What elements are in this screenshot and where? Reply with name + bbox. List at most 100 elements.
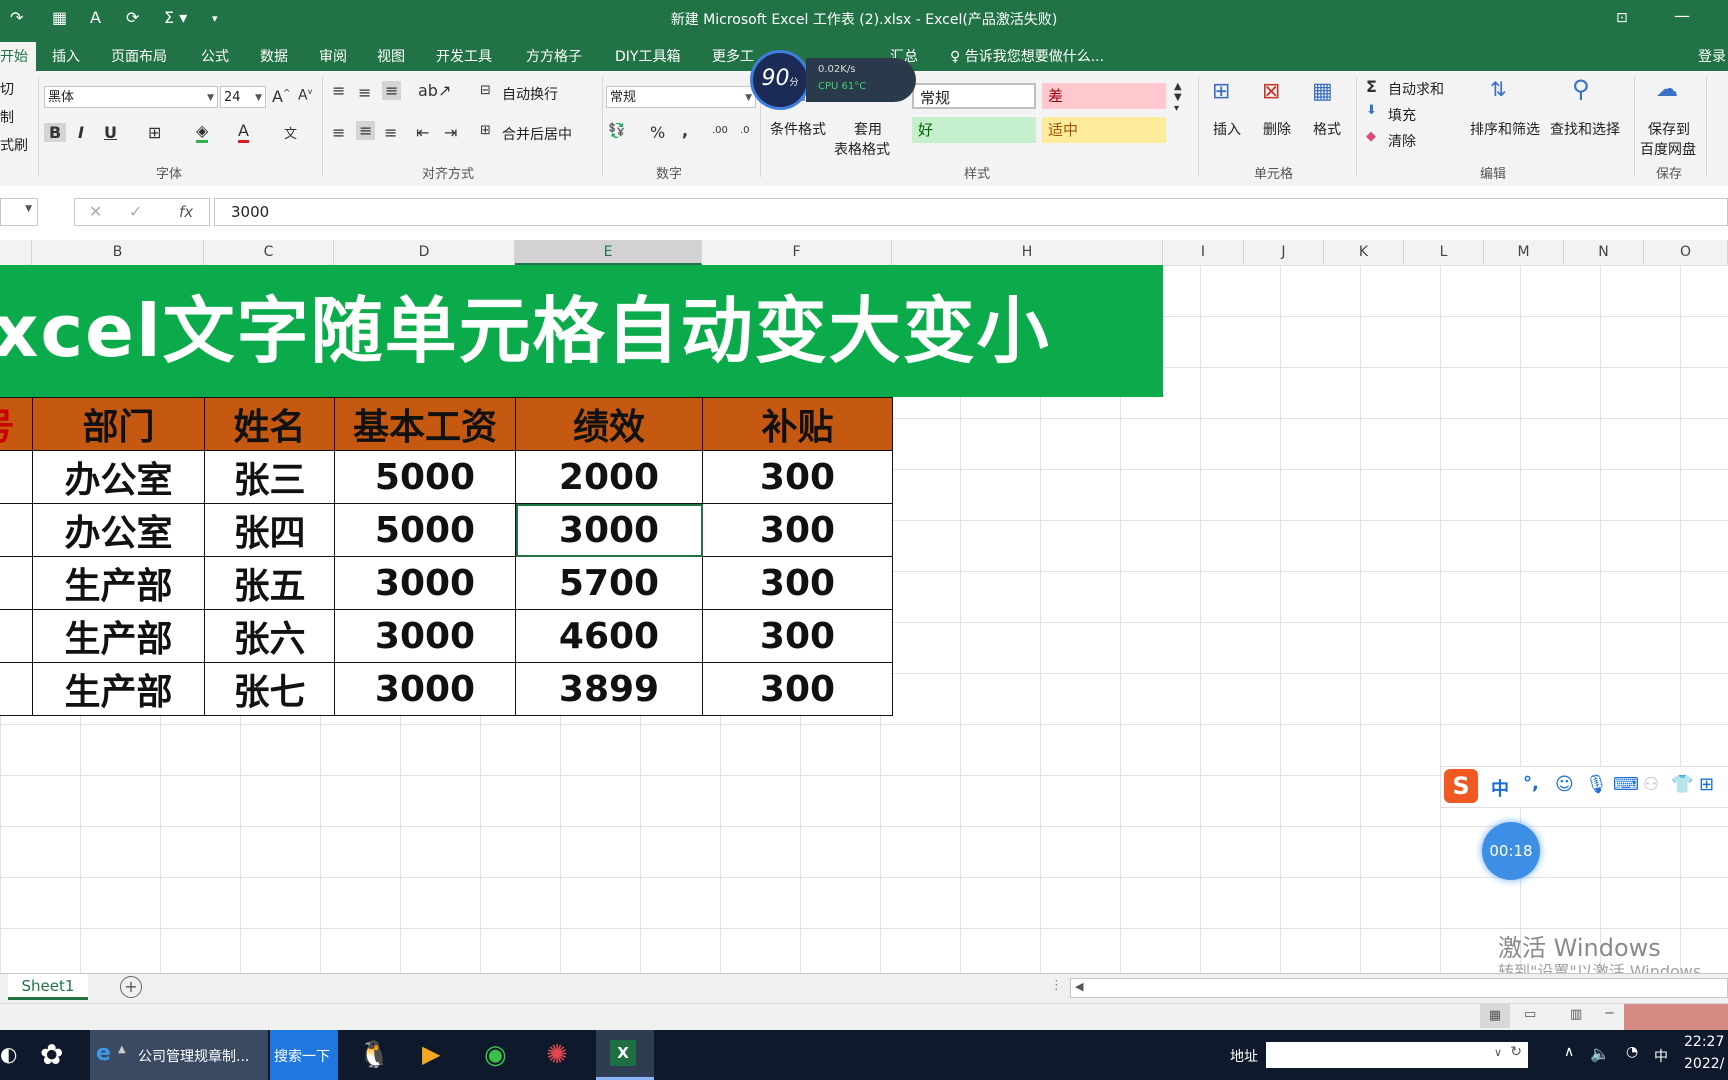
- decrease-indent-icon[interactable]: ⇤: [416, 123, 429, 142]
- tab-view[interactable]: 视图: [377, 46, 405, 66]
- align-right-icon[interactable]: ≡: [384, 123, 397, 142]
- column-header-N[interactable]: N: [1564, 240, 1644, 265]
- clock-time[interactable]: 22:27: [1684, 1034, 1724, 1050]
- align-bottom-icon[interactable]: ≡: [382, 81, 402, 100]
- table-cell[interactable]: 3000: [334, 609, 516, 663]
- ime-punct-toggle[interactable]: °,: [1523, 773, 1539, 794]
- table-cell[interactable]: 4600: [515, 609, 703, 663]
- align-middle-icon[interactable]: ≡: [358, 83, 371, 102]
- name-box[interactable]: ▼: [0, 198, 38, 226]
- page-break-view-icon[interactable]: ▥: [1570, 1007, 1582, 1022]
- style-neutral[interactable]: 适中: [1042, 117, 1166, 143]
- borders-icon[interactable]: ⊞: [148, 123, 161, 142]
- table-cell[interactable]: 3000: [334, 556, 516, 610]
- cut-button[interactable]: 切: [0, 79, 14, 99]
- save-to-line1[interactable]: 保存到: [1648, 119, 1690, 139]
- scroll-left-icon[interactable]: ◀: [1075, 980, 1083, 993]
- increase-decimal-icon[interactable]: .00: [712, 125, 728, 136]
- wrap-text-icon[interactable]: ⊟: [480, 83, 491, 98]
- table-cell[interactable]: 3899: [515, 662, 703, 716]
- percent-button[interactable]: %: [650, 123, 665, 142]
- minimize-icon[interactable]: —: [1674, 6, 1690, 25]
- table-cell[interactable]: 张四: [204, 503, 335, 557]
- table-cell[interactable]: 5000: [334, 503, 516, 557]
- header-cell-dept[interactable]: 部门: [32, 397, 205, 451]
- find-select-button[interactable]: 查找和选择: [1550, 119, 1620, 139]
- header-cell-salary[interactable]: 基本工资: [334, 397, 516, 451]
- table-cell[interactable]: 张三: [204, 450, 335, 504]
- tab-diy-toolbox[interactable]: DIY工具箱: [615, 46, 680, 66]
- decrease-decimal-icon[interactable]: .0: [740, 125, 750, 136]
- normal-view-icon[interactable]: ▦: [1480, 1004, 1510, 1028]
- table-cell[interactable]: 办公室: [32, 450, 205, 504]
- column-header-J[interactable]: J: [1244, 240, 1324, 265]
- media-player-icon[interactable]: ▶: [422, 1040, 440, 1068]
- format-painter-button[interactable]: 式刷: [0, 135, 28, 155]
- add-sheet-icon[interactable]: +: [120, 976, 142, 998]
- taskbar-search-button[interactable]: 搜索一下: [270, 1030, 338, 1080]
- table-cell[interactable]: 5000: [334, 450, 516, 504]
- keyboard-icon[interactable]: ⌨: [1613, 774, 1639, 795]
- table-cell[interactable]: 生产部: [32, 556, 205, 610]
- table-cell[interactable]: 办公室: [32, 503, 205, 557]
- column-header-B[interactable]: B: [32, 240, 204, 265]
- paint-app-icon[interactable]: ✺: [546, 1040, 568, 1070]
- horizontal-scrollbar[interactable]: ◀: [1070, 978, 1728, 998]
- tab-insert[interactable]: 插入: [52, 46, 80, 66]
- app-pinwheel-icon[interactable]: ✿: [40, 1038, 63, 1071]
- input-language-indicator[interactable]: 中: [1654, 1046, 1668, 1066]
- tell-me-search[interactable]: ♀ 告诉我您想要做什么...: [950, 46, 1104, 66]
- underline-button[interactable]: U: [104, 123, 117, 142]
- ribbon-display-icon[interactable]: ⊡: [1616, 10, 1628, 26]
- column-header-K[interactable]: K: [1324, 240, 1404, 265]
- header-cell-performance[interactable]: 绩效: [515, 397, 703, 451]
- insert-cells-button[interactable]: 插入: [1213, 119, 1241, 139]
- table-cell[interactable]: 300: [702, 662, 893, 716]
- font-color-icon[interactable]: A: [238, 121, 249, 143]
- table-cell[interactable]: 300: [702, 503, 893, 557]
- wrap-text-button[interactable]: 自动换行: [502, 84, 558, 104]
- tab-page-layout[interactable]: 页面布局: [111, 46, 167, 66]
- column-header-D[interactable]: D: [334, 240, 515, 265]
- taskbar-excel-item[interactable]: X: [596, 1030, 654, 1080]
- style-bad[interactable]: 差: [1042, 83, 1166, 109]
- tab-more[interactable]: 更多工: [712, 46, 754, 66]
- emoji-icon[interactable]: ☺: [1555, 774, 1574, 795]
- autosum-button[interactable]: 自动求和: [1388, 79, 1444, 99]
- column-header-O[interactable]: O: [1644, 240, 1728, 265]
- login-link[interactable]: 登录: [1698, 46, 1726, 66]
- orientation-icon[interactable]: ab↗: [418, 81, 451, 100]
- taskbar-browser-item[interactable]: e ▲ 公司管理规章制...: [90, 1030, 268, 1080]
- toolbox-grid-icon[interactable]: ⊞: [1699, 774, 1714, 795]
- clear-button[interactable]: 清除: [1388, 131, 1416, 151]
- network-icon[interactable]: ◔: [1626, 1044, 1638, 1060]
- format-cells-button[interactable]: 格式: [1313, 119, 1341, 139]
- go-refresh-icon[interactable]: ↻: [1510, 1044, 1522, 1060]
- fill-color-icon[interactable]: ◈: [196, 121, 209, 143]
- formula-input[interactable]: 3000: [214, 198, 1728, 226]
- increase-indent-icon[interactable]: ⇥: [444, 123, 457, 142]
- table-cell[interactable]: 生产部: [32, 609, 205, 663]
- sheet-tab-sheet1[interactable]: Sheet1: [8, 974, 88, 1000]
- table-cell[interactable]: [0, 556, 33, 610]
- styles-scroll-icon[interactable]: ▲ ▼ ▾: [1174, 81, 1182, 114]
- skin-icon[interactable]: 👕: [1671, 774, 1693, 795]
- column-header-A[interactable]: [0, 240, 32, 265]
- bold-button[interactable]: B: [44, 123, 67, 142]
- italic-button[interactable]: I: [78, 123, 84, 142]
- table-cell[interactable]: [0, 609, 33, 663]
- tab-home[interactable]: 开始: [0, 42, 36, 72]
- clock-date[interactable]: 2022/: [1684, 1056, 1724, 1072]
- insert-function-icon[interactable]: fx: [179, 203, 193, 221]
- table-cell[interactable]: [0, 503, 33, 557]
- browser-360-icon[interactable]: ◉: [484, 1040, 507, 1070]
- start-icon[interactable]: ◐: [0, 1042, 17, 1066]
- column-header-C[interactable]: C: [204, 240, 334, 265]
- tab-data[interactable]: 数据: [260, 46, 288, 66]
- column-header-L[interactable]: L: [1404, 240, 1484, 265]
- column-header-H[interactable]: H: [892, 240, 1163, 265]
- comma-button[interactable]: ,: [682, 121, 688, 140]
- ime-mode-toggle[interactable]: 中: [1491, 775, 1509, 801]
- font-name-combo[interactable]: 黑体 ▼: [44, 86, 218, 108]
- grow-font-icon[interactable]: A^: [272, 87, 291, 106]
